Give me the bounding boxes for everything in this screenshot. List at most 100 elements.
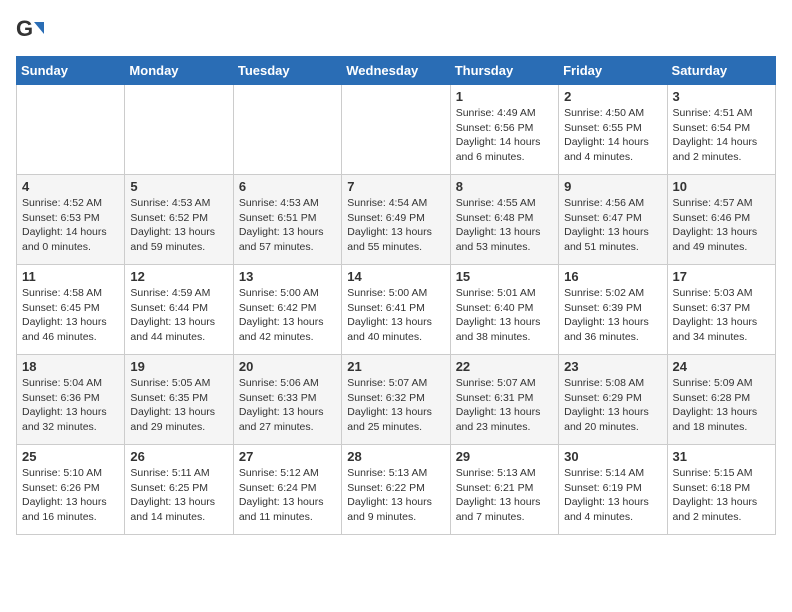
calendar-header: SundayMondayTuesdayWednesdayThursdayFrid… — [17, 57, 776, 85]
cell-info: Sunrise: 5:04 AM Sunset: 6:36 PM Dayligh… — [22, 376, 119, 435]
cell-info: Sunrise: 4:58 AM Sunset: 6:45 PM Dayligh… — [22, 286, 119, 345]
logo-icon: G — [16, 16, 44, 44]
weekday-header: Monday — [125, 57, 233, 85]
calendar-cell: 27 Sunrise: 5:12 AM Sunset: 6:24 PM Dayli… — [233, 445, 341, 535]
day-number: 31 — [673, 449, 770, 464]
cell-info: Sunrise: 4:57 AM Sunset: 6:46 PM Dayligh… — [673, 196, 770, 255]
day-number: 10 — [673, 179, 770, 194]
calendar-cell: 1 Sunrise: 4:49 AM Sunset: 6:56 PM Daylig… — [450, 85, 558, 175]
cell-info: Sunrise: 5:15 AM Sunset: 6:18 PM Dayligh… — [673, 466, 770, 525]
cell-info: Sunrise: 5:12 AM Sunset: 6:24 PM Dayligh… — [239, 466, 336, 525]
cell-info: Sunrise: 5:05 AM Sunset: 6:35 PM Dayligh… — [130, 376, 227, 435]
calendar-cell: 28 Sunrise: 5:13 AM Sunset: 6:22 PM Dayli… — [342, 445, 450, 535]
calendar-cell: 2 Sunrise: 4:50 AM Sunset: 6:55 PM Daylig… — [559, 85, 667, 175]
day-number: 5 — [130, 179, 227, 194]
calendar-cell: 23Sunrise: 5:08 AM Sunset: 6:29 PM Dayli… — [559, 355, 667, 445]
day-number: 26 — [130, 449, 227, 464]
page-header: G — [16, 16, 776, 44]
calendar-cell: 26 Sunrise: 5:11 AM Sunset: 6:25 PM Dayli… — [125, 445, 233, 535]
cell-info: Sunrise: 4:55 AM Sunset: 6:48 PM Dayligh… — [456, 196, 553, 255]
cell-info: Sunrise: 5:02 AM Sunset: 6:39 PM Dayligh… — [564, 286, 661, 345]
day-number: 6 — [239, 179, 336, 194]
calendar-cell: 7 Sunrise: 4:54 AM Sunset: 6:49 PM Daylig… — [342, 175, 450, 265]
calendar-cell — [125, 85, 233, 175]
calendar-cell: 16 Sunrise: 5:02 AM Sunset: 6:39 PM Dayli… — [559, 265, 667, 355]
weekday-header: Tuesday — [233, 57, 341, 85]
calendar-cell: 13 Sunrise: 5:00 AM Sunset: 6:42 PM Dayli… — [233, 265, 341, 355]
calendar-cell: 25 Sunrise: 5:10 AM Sunset: 6:26 PM Dayli… — [17, 445, 125, 535]
cell-info: Sunrise: 5:11 AM Sunset: 6:25 PM Dayligh… — [130, 466, 227, 525]
cell-info: Sunrise: 4:59 AM Sunset: 6:44 PM Dayligh… — [130, 286, 227, 345]
calendar-cell — [233, 85, 341, 175]
cell-info: Sunrise: 4:50 AM Sunset: 6:55 PM Dayligh… — [564, 106, 661, 165]
weekday-header: Thursday — [450, 57, 558, 85]
calendar-cell: 21 Sunrise: 5:07 AM Sunset: 6:32 PM Dayli… — [342, 355, 450, 445]
day-number: 12 — [130, 269, 227, 284]
calendar-cell: 11 Sunrise: 4:58 AM Sunset: 6:45 PM Dayli… — [17, 265, 125, 355]
calendar-cell: 19Sunrise: 5:05 AM Sunset: 6:35 PM Dayli… — [125, 355, 233, 445]
cell-info: Sunrise: 5:06 AM Sunset: 6:33 PM Dayligh… — [239, 376, 336, 435]
day-number: 25 — [22, 449, 119, 464]
day-number: 4 — [22, 179, 119, 194]
calendar-cell: 14Sunrise: 5:00 AM Sunset: 6:41 PM Dayli… — [342, 265, 450, 355]
cell-info: Sunrise: 4:53 AM Sunset: 6:52 PM Dayligh… — [130, 196, 227, 255]
weekday-header: Friday — [559, 57, 667, 85]
cell-info: Sunrise: 5:13 AM Sunset: 6:22 PM Dayligh… — [347, 466, 444, 525]
calendar-cell — [17, 85, 125, 175]
calendar-cell: 24Sunrise: 5:09 AM Sunset: 6:28 PM Dayli… — [667, 355, 775, 445]
day-number: 13 — [239, 269, 336, 284]
calendar-cell: 3 Sunrise: 4:51 AM Sunset: 6:54 PM Daylig… — [667, 85, 775, 175]
logo: G — [16, 16, 48, 44]
calendar-cell: 15Sunrise: 5:01 AM Sunset: 6:40 PM Dayli… — [450, 265, 558, 355]
day-number: 21 — [347, 359, 444, 374]
day-number: 22 — [456, 359, 553, 374]
cell-info: Sunrise: 4:49 AM Sunset: 6:56 PM Dayligh… — [456, 106, 553, 165]
calendar-cell: 4 Sunrise: 4:52 AM Sunset: 6:53 PM Daylig… — [17, 175, 125, 265]
weekday-header: Sunday — [17, 57, 125, 85]
cell-info: Sunrise: 5:03 AM Sunset: 6:37 PM Dayligh… — [673, 286, 770, 345]
calendar-cell: 22 Sunrise: 5:07 AM Sunset: 6:31 PM Dayli… — [450, 355, 558, 445]
calendar-cell: 6 Sunrise: 4:53 AM Sunset: 6:51 PM Daylig… — [233, 175, 341, 265]
cell-info: Sunrise: 5:07 AM Sunset: 6:32 PM Dayligh… — [347, 376, 444, 435]
cell-info: Sunrise: 5:09 AM Sunset: 6:28 PM Dayligh… — [673, 376, 770, 435]
day-number: 3 — [673, 89, 770, 104]
calendar-cell: 18 Sunrise: 5:04 AM Sunset: 6:36 PM Dayli… — [17, 355, 125, 445]
day-number: 2 — [564, 89, 661, 104]
cell-info: Sunrise: 4:56 AM Sunset: 6:47 PM Dayligh… — [564, 196, 661, 255]
day-number: 20 — [239, 359, 336, 374]
cell-info: Sunrise: 5:00 AM Sunset: 6:42 PM Dayligh… — [239, 286, 336, 345]
calendar-cell: 30Sunrise: 5:14 AM Sunset: 6:19 PM Dayli… — [559, 445, 667, 535]
day-number: 11 — [22, 269, 119, 284]
calendar-cell: 17Sunrise: 5:03 AM Sunset: 6:37 PM Dayli… — [667, 265, 775, 355]
calendar-cell: 9 Sunrise: 4:56 AM Sunset: 6:47 PM Daylig… — [559, 175, 667, 265]
cell-info: Sunrise: 5:10 AM Sunset: 6:26 PM Dayligh… — [22, 466, 119, 525]
cell-info: Sunrise: 5:13 AM Sunset: 6:21 PM Dayligh… — [456, 466, 553, 525]
weekday-header: Wednesday — [342, 57, 450, 85]
cell-info: Sunrise: 4:54 AM Sunset: 6:49 PM Dayligh… — [347, 196, 444, 255]
day-number: 30 — [564, 449, 661, 464]
cell-info: Sunrise: 5:07 AM Sunset: 6:31 PM Dayligh… — [456, 376, 553, 435]
day-number: 23 — [564, 359, 661, 374]
calendar-cell: 29 Sunrise: 5:13 AM Sunset: 6:21 PM Dayli… — [450, 445, 558, 535]
day-number: 1 — [456, 89, 553, 104]
day-number: 18 — [22, 359, 119, 374]
calendar-cell: 8Sunrise: 4:55 AM Sunset: 6:48 PM Daylig… — [450, 175, 558, 265]
cell-info: Sunrise: 4:52 AM Sunset: 6:53 PM Dayligh… — [22, 196, 119, 255]
day-number: 14 — [347, 269, 444, 284]
cell-info: Sunrise: 4:53 AM Sunset: 6:51 PM Dayligh… — [239, 196, 336, 255]
day-number: 29 — [456, 449, 553, 464]
day-number: 9 — [564, 179, 661, 194]
day-number: 28 — [347, 449, 444, 464]
calendar-cell — [342, 85, 450, 175]
day-number: 16 — [564, 269, 661, 284]
calendar-cell: 31 Sunrise: 5:15 AM Sunset: 6:18 PM Dayli… — [667, 445, 775, 535]
calendar-table: SundayMondayTuesdayWednesdayThursdayFrid… — [16, 56, 776, 535]
calendar-cell: 20 Sunrise: 5:06 AM Sunset: 6:33 PM Dayli… — [233, 355, 341, 445]
cell-info: Sunrise: 4:51 AM Sunset: 6:54 PM Dayligh… — [673, 106, 770, 165]
day-number: 27 — [239, 449, 336, 464]
day-number: 7 — [347, 179, 444, 194]
svg-text:G: G — [16, 16, 33, 41]
calendar-cell: 12 Sunrise: 4:59 AM Sunset: 6:44 PM Dayli… — [125, 265, 233, 355]
cell-info: Sunrise: 5:01 AM Sunset: 6:40 PM Dayligh… — [456, 286, 553, 345]
weekday-header: Saturday — [667, 57, 775, 85]
